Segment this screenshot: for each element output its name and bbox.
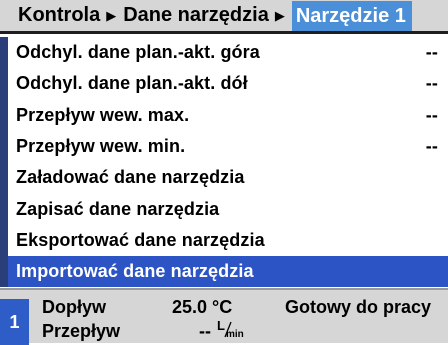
menu-item-label: Załadować dane narzędzia (16, 167, 245, 188)
liters-per-minute-unit: L min (217, 318, 244, 340)
menu-item-label: Przepływ wew. max. (16, 104, 190, 125)
menu-left-accent (0, 37, 8, 287)
menu-item-label: Importować dane narzędzia (16, 261, 254, 282)
menu-item-export-tool-data[interactable]: Eksportować dane narzędzia (8, 225, 448, 256)
menu-item-save-tool-data[interactable]: Zapisać dane narzędzia (8, 193, 448, 224)
menu-item-deviation-upper[interactable]: Odchyl. dane plan.-akt. góra -- (8, 37, 448, 68)
breadcrumb-item-active[interactable]: Narzędzie 1 (291, 0, 412, 31)
flow-value-group: -- L min (199, 318, 244, 342)
status-bar: 1 Dopływ 25.0 °C Przepływ -- L min Gotow… (0, 288, 448, 345)
menu-item-load-tool-data[interactable]: Załadować dane narzędzia (8, 162, 448, 193)
menu-item-flow-min[interactable]: Przepływ wew. min. -- (8, 131, 448, 162)
menu-item-label: Zapisać dane narzędzia (16, 198, 220, 219)
menu-item-value: -- (425, 73, 438, 94)
menu-item-flow-max[interactable]: Przepływ wew. max. -- (8, 100, 448, 131)
menu-item-label: Eksportować dane narzędzia (16, 229, 265, 250)
controller-screen: Kontrola ▶ Dane narzędzia ▶ Narzędzie 1 … (0, 0, 448, 345)
triangle-right-icon: ▶ (274, 7, 285, 23)
breadcrumb: Kontrola ▶ Dane narzędzia ▶ Narzędzie 1 (0, 0, 448, 34)
breadcrumb-item-kontrola[interactable]: Kontrola (18, 4, 100, 27)
machine-state: Gotowy do pracy (285, 297, 432, 317)
flow-label: Przepływ (42, 321, 121, 341)
triangle-right-icon: ▶ (106, 7, 117, 23)
menu-item-deviation-lower[interactable]: Odchyl. dane plan.-akt. dół -- (8, 68, 448, 99)
tool-number-badge: 1 (0, 299, 29, 345)
menu-item-value: -- (425, 42, 438, 63)
menu-item-label: Odchyl. dane plan.-akt. góra (16, 42, 260, 63)
inflow-label: Dopływ (42, 297, 107, 317)
breadcrumb-item-dane-narzedzia[interactable]: Dane narzędzia (123, 4, 269, 27)
menu-item-label: Przepływ wew. min. (16, 136, 186, 157)
flow-value: -- (199, 321, 211, 341)
tool-data-menu: Odchyl. dane plan.-akt. góra -- Odchyl. … (8, 37, 448, 288)
menu-item-import-tool-data[interactable]: Importować dane narzędzia (8, 256, 448, 288)
menu-item-value: -- (425, 136, 438, 157)
inflow-value: 25.0 °C (172, 297, 233, 317)
menu-item-value: -- (425, 104, 438, 125)
menu-item-label: Odchyl. dane plan.-akt. dół (16, 73, 248, 94)
